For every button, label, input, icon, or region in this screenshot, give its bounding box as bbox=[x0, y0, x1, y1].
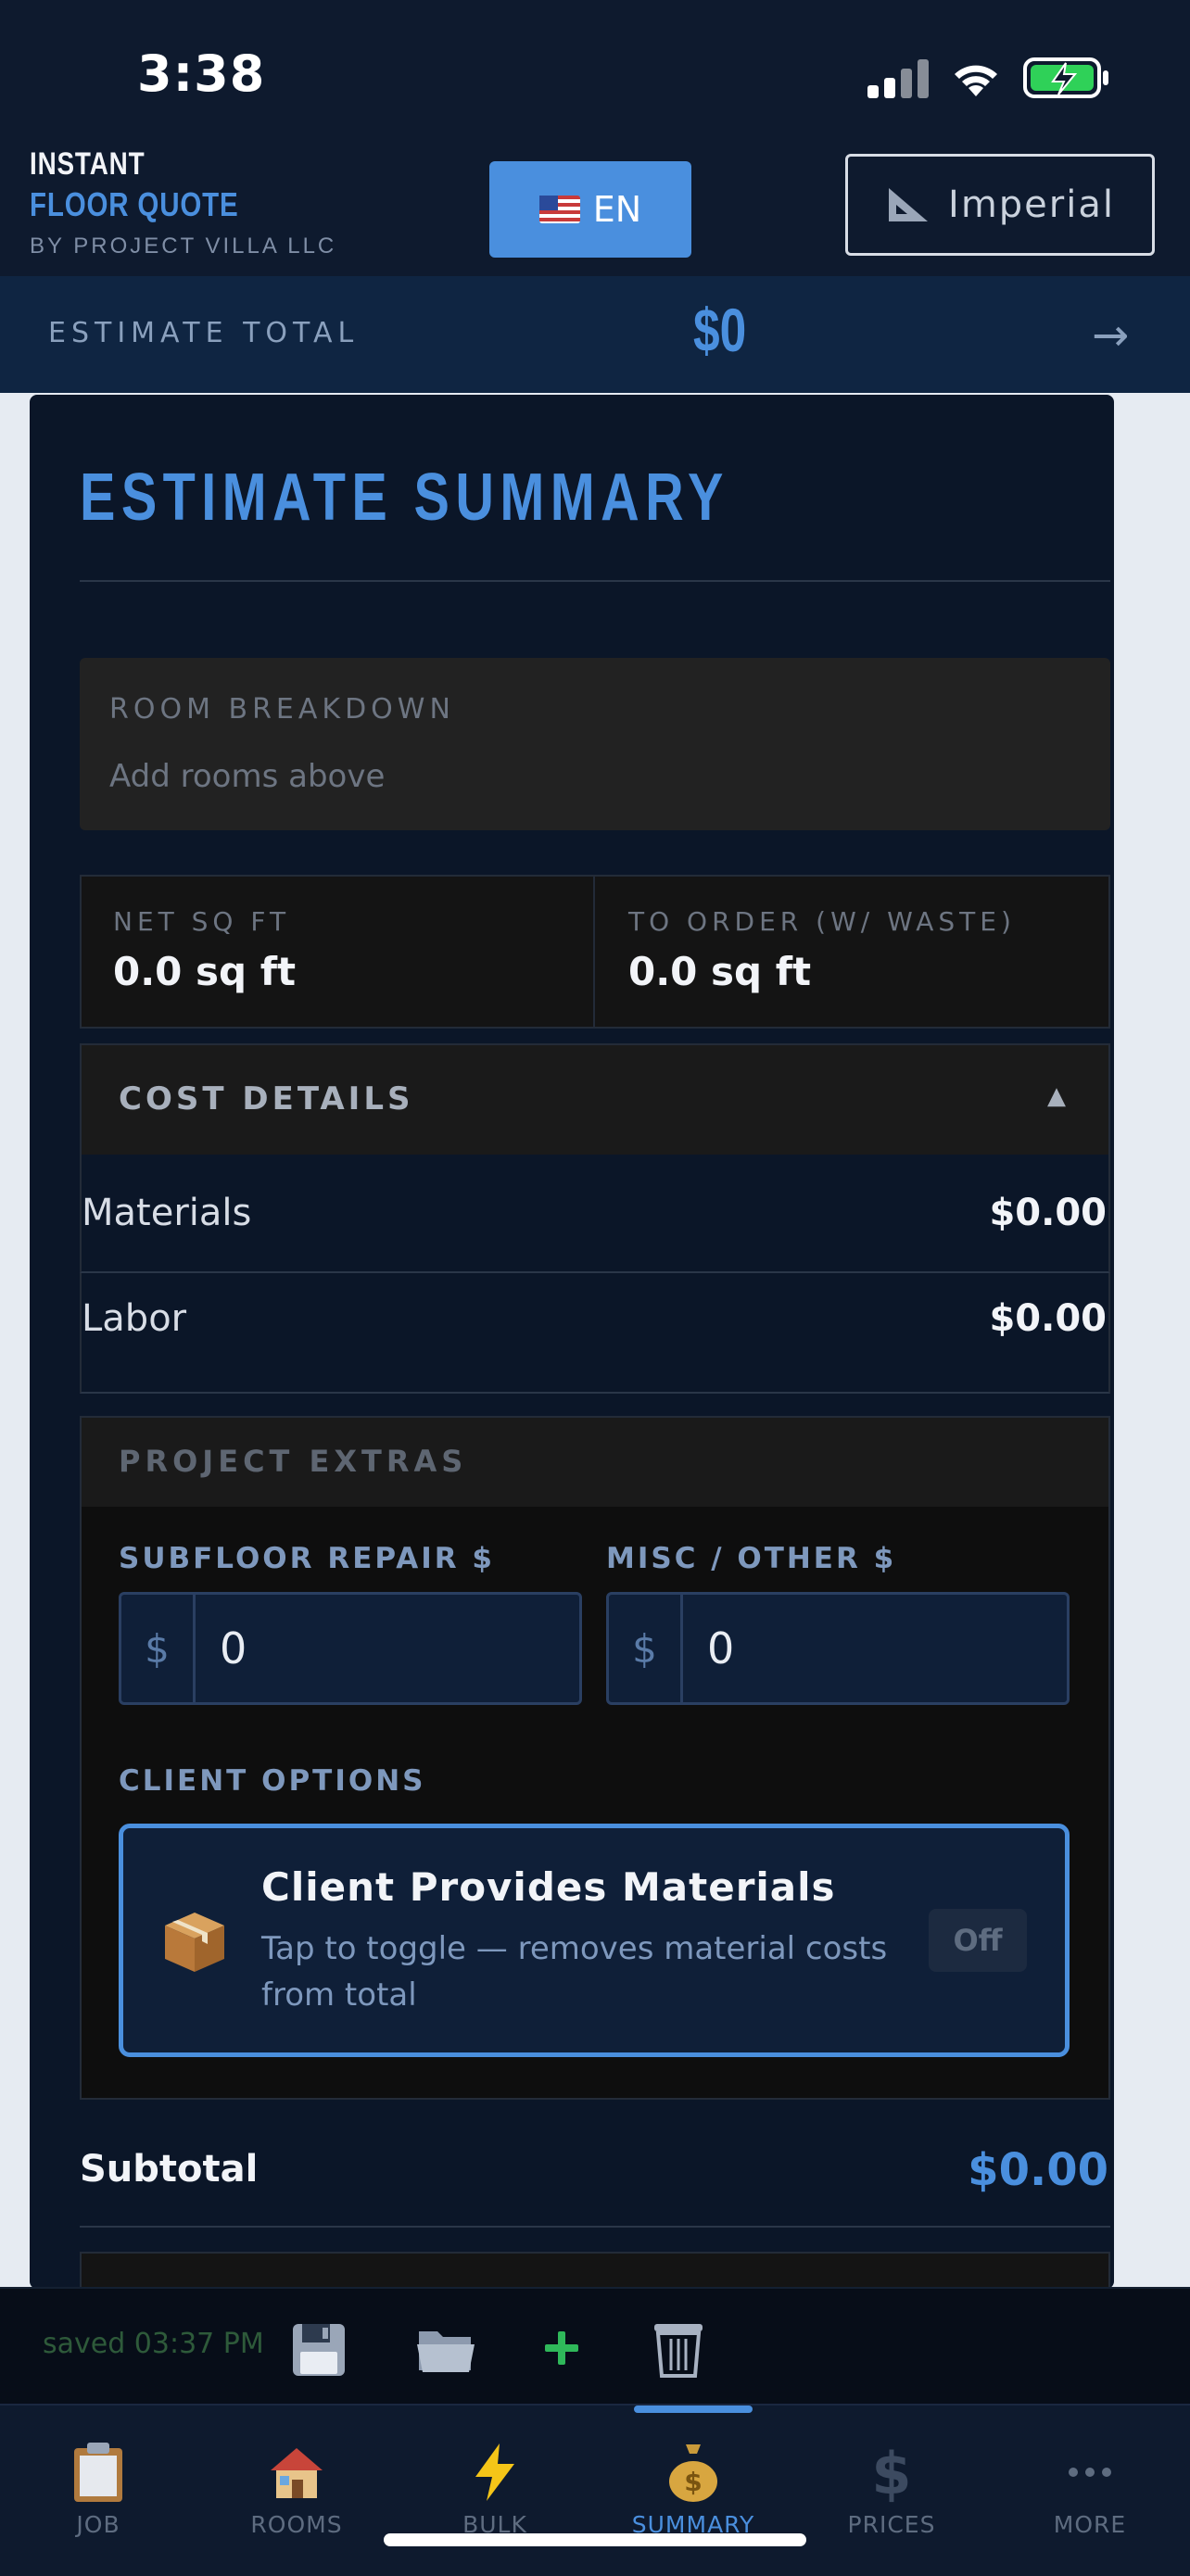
ruler-triangle-icon bbox=[889, 188, 929, 221]
svg-text:$: $ bbox=[684, 2467, 702, 2497]
folder-icon[interactable] bbox=[415, 2322, 476, 2376]
save-icon[interactable] bbox=[289, 2320, 348, 2380]
subtotal-divider bbox=[80, 2226, 1110, 2228]
title-divider bbox=[80, 580, 1110, 582]
tab-bar bbox=[0, 2404, 1190, 2576]
trash-icon[interactable] bbox=[649, 2317, 708, 2380]
more-icon bbox=[1069, 2468, 1111, 2477]
brand-subtitle: FLOOR QUOTE bbox=[30, 185, 239, 223]
cost-row-value: $0.00 bbox=[989, 1297, 1107, 1340]
subfloor-repair-label: SUBFLOOR REPAIR $ bbox=[119, 1542, 496, 1575]
client-provides-description: Tap to toggle — removes material costs f… bbox=[261, 1930, 888, 2014]
tab-rooms[interactable]: ROOMS bbox=[222, 2437, 371, 2538]
room-breakdown-panel bbox=[80, 658, 1110, 830]
cost-row-label: Materials bbox=[82, 1192, 252, 1234]
battery-charging-icon bbox=[1023, 57, 1108, 98]
arrow-right-icon[interactable]: → bbox=[1092, 309, 1129, 361]
tab-job[interactable]: JOB bbox=[24, 2437, 172, 2538]
tab-label: MORE bbox=[1053, 2511, 1127, 2538]
clipboard-icon bbox=[74, 2443, 122, 2502]
client-provides-title: Client Provides Materials bbox=[261, 1864, 836, 1910]
package-icon bbox=[165, 1913, 224, 1972]
units-label: Imperial bbox=[948, 183, 1115, 226]
subtotal-value: $0.00 bbox=[968, 2144, 1108, 2196]
tab-label: PRICES bbox=[847, 2511, 936, 2538]
saved-status: saved 03:37 PM bbox=[43, 2328, 264, 2360]
svg-text:$: $ bbox=[871, 2442, 911, 2503]
subfloor-repair-value[interactable]: 0 bbox=[196, 1623, 247, 1673]
home-indicator bbox=[384, 2533, 806, 2546]
money-bag-icon: $ bbox=[669, 2444, 717, 2502]
cellular-signal-icon bbox=[867, 59, 932, 98]
project-extras-title: PROJECT EXTRAS bbox=[119, 1444, 468, 1479]
misc-other-input[interactable]: $ 0 bbox=[606, 1592, 1070, 1705]
house-icon bbox=[271, 2448, 323, 2498]
status-time: 3:38 bbox=[137, 44, 266, 103]
brand-title: INSTANT bbox=[30, 146, 146, 182]
cost-row-label: Labor bbox=[82, 1297, 187, 1340]
to-order-value: 0.0 sq ft bbox=[628, 949, 812, 994]
subtotal-label: Subtotal bbox=[80, 2148, 259, 2191]
tab-label: ROOMS bbox=[250, 2511, 343, 2538]
summary-title: ESTIMATE SUMMARY bbox=[80, 461, 729, 535]
room-breakdown-title: ROOM BREAKDOWN bbox=[109, 693, 455, 726]
misc-other-label: MISC / OTHER $ bbox=[606, 1542, 897, 1575]
language-button[interactable]: EN bbox=[489, 161, 691, 258]
tab-bulk[interactable]: BULK bbox=[421, 2437, 569, 2538]
estimate-total-label: ESTIMATE TOTAL bbox=[48, 317, 360, 349]
language-label: EN bbox=[592, 189, 642, 230]
currency-prefix: $ bbox=[609, 1595, 683, 1702]
to-order-label: TO ORDER (W/ WASTE) bbox=[628, 906, 1016, 937]
cost-row-labor bbox=[80, 1273, 1110, 1394]
room-breakdown-empty: Add rooms above bbox=[109, 758, 386, 795]
next-section-panel bbox=[80, 2252, 1110, 2289]
tab-prices[interactable]: $ PRICES bbox=[817, 2437, 966, 2538]
cost-details-title: COST DETAILS bbox=[119, 1080, 414, 1118]
active-tab-indicator bbox=[634, 2406, 753, 2413]
tab-summary[interactable]: $ SUMMARY bbox=[619, 2437, 767, 2538]
subfloor-repair-input[interactable]: $ 0 bbox=[119, 1592, 582, 1705]
tab-more[interactable]: MORE bbox=[1016, 2437, 1164, 2538]
us-flag-icon bbox=[538, 196, 580, 223]
toggle-state-badge[interactable]: Off bbox=[929, 1909, 1027, 1972]
cost-row-value: $0.00 bbox=[989, 1192, 1107, 1234]
wifi-icon bbox=[955, 65, 997, 96]
net-sqft-label: NET SQ FT bbox=[113, 906, 291, 937]
units-toggle-button[interactable]: Imperial bbox=[845, 154, 1155, 256]
misc-other-value[interactable]: 0 bbox=[683, 1623, 734, 1673]
area-stats-divider bbox=[593, 875, 595, 1029]
dollar-icon: $ bbox=[871, 2442, 911, 2503]
currency-prefix: $ bbox=[121, 1595, 196, 1702]
net-sqft-value: 0.0 sq ft bbox=[113, 949, 297, 994]
caret-up-icon[interactable]: ▲ bbox=[1047, 1082, 1066, 1110]
lightning-icon bbox=[475, 2443, 514, 2501]
client-options-label: CLIENT OPTIONS bbox=[119, 1764, 426, 1798]
add-icon[interactable] bbox=[541, 2328, 582, 2368]
brand-company: BY PROJECT VILLA LLC bbox=[30, 234, 337, 259]
tab-label: JOB bbox=[76, 2511, 120, 2538]
estimate-total-value: $0 bbox=[693, 296, 747, 364]
